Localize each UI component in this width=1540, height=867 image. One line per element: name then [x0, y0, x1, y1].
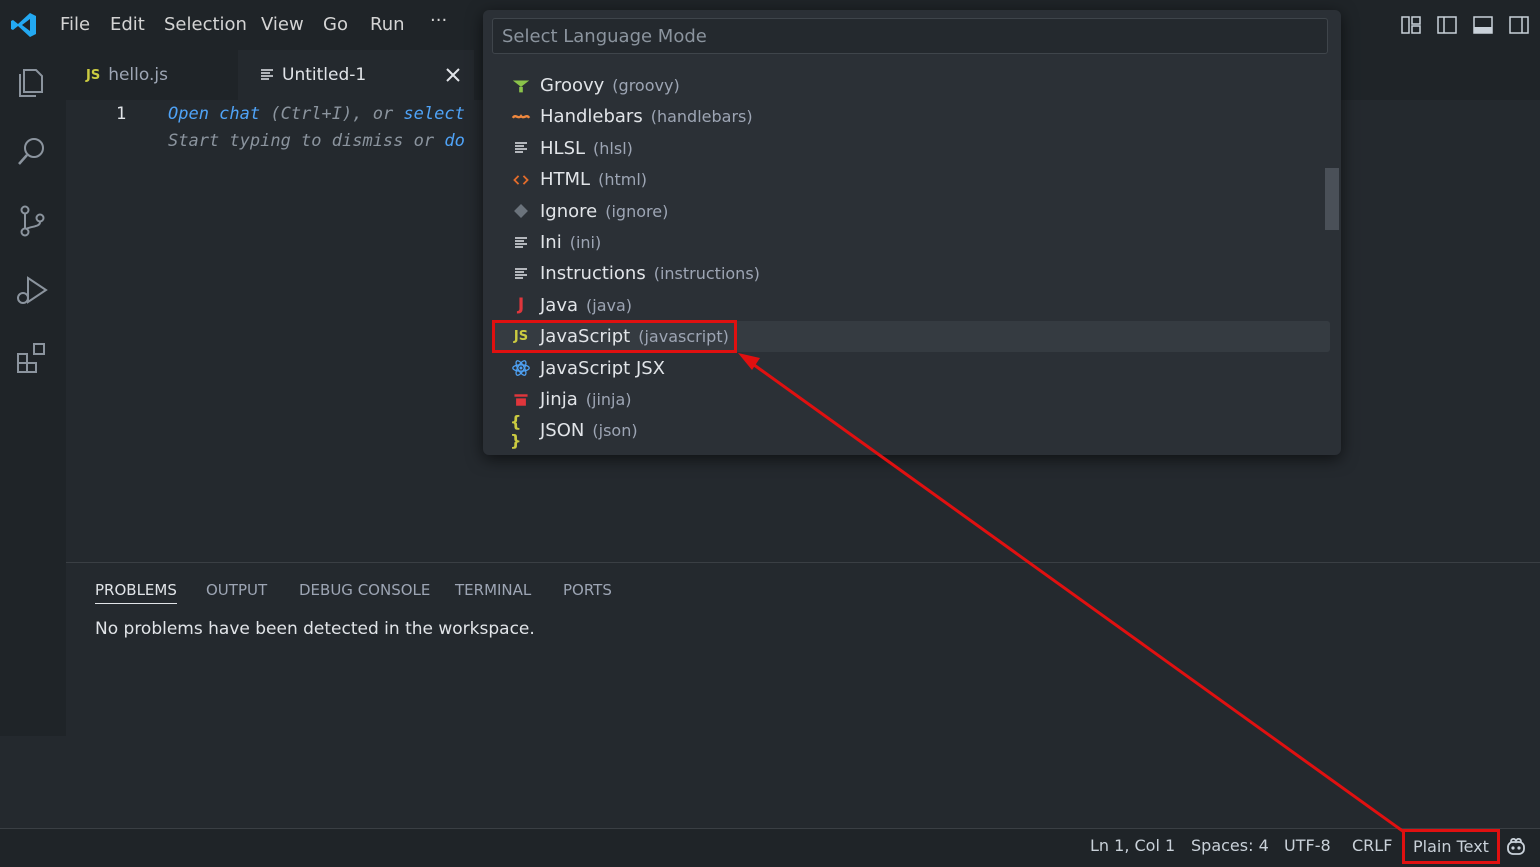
tab-hello-js[interactable]: JS hello.js — [66, 50, 238, 100]
hint-text: (Ctrl+I), or — [260, 104, 404, 124]
status-encoding[interactable]: UTF-8 — [1284, 836, 1331, 855]
plain-text-file-icon — [261, 69, 273, 80]
language-id: (ini) — [569, 233, 602, 252]
customize-layout-icon[interactable] — [1400, 14, 1422, 36]
language-label: Ini — [540, 232, 562, 253]
tab-ports[interactable]: PORTS — [563, 581, 612, 599]
language-item-instructions[interactable]: Instructions (instructions) — [492, 258, 1330, 289]
status-language-mode[interactable]: Plain Text — [1402, 829, 1500, 864]
language-label: Groovy — [540, 75, 605, 96]
language-item-handlebars[interactable]: Handlebars (handlebars) — [492, 101, 1330, 132]
language-item-java[interactable]: J Java (java) — [492, 290, 1330, 321]
menu-view[interactable]: View — [261, 14, 304, 35]
html-icon — [510, 169, 532, 191]
tab-problems[interactable]: PROBLEMS — [95, 581, 177, 604]
language-label: JSON — [540, 420, 585, 442]
editor-hint-line-1: Open chat (Ctrl+I), or select — [168, 104, 465, 124]
jinja-icon — [510, 389, 532, 411]
lines-icon — [510, 137, 532, 159]
toggle-secondary-sidebar-icon[interactable] — [1508, 14, 1530, 36]
language-label: Instructions — [540, 263, 646, 285]
language-label: HTML — [540, 169, 591, 191]
language-item-ini[interactable]: Ini (ini) — [492, 227, 1330, 258]
lines-icon — [510, 263, 532, 285]
status-cursor-position[interactable]: Ln 1, Col 1 — [1090, 836, 1175, 855]
menu-selection[interactable]: Selection — [164, 14, 247, 35]
tab-terminal[interactable]: TERMINAL — [455, 581, 531, 599]
scrollbar-thumb[interactable] — [1325, 168, 1339, 230]
language-id: (html) — [598, 170, 648, 190]
language-mode-picker: Groovy (groovy) Handlebars (handlebars) HLSL… — [483, 10, 1341, 455]
js-file-icon: JS — [86, 67, 101, 83]
language-search-input[interactable] — [492, 18, 1328, 54]
language-item-groovy[interactable]: Groovy (groovy) — [492, 70, 1330, 101]
menu-more[interactable]: ··· — [430, 10, 447, 31]
tab-label: hello.js — [108, 65, 168, 85]
run-debug-icon[interactable] — [14, 272, 50, 308]
menu-run[interactable]: Run — [370, 14, 405, 35]
language-id: (hlsl) — [593, 138, 633, 158]
extensions-icon[interactable] — [14, 340, 50, 376]
tab-output[interactable]: OUTPUT — [206, 581, 267, 599]
language-id: (handlebars) — [650, 107, 753, 127]
highlight-box-javascript — [492, 320, 737, 353]
handlebars-icon — [510, 106, 532, 128]
tab-debug-console[interactable]: DEBUG CONSOLE — [299, 581, 430, 599]
language-id: (json) — [592, 421, 638, 441]
toggle-primary-sidebar-icon[interactable] — [1436, 14, 1458, 36]
lines-icon — [510, 232, 532, 254]
activity-bar — [0, 50, 66, 736]
language-id: (groovy) — [612, 76, 680, 95]
language-item-html[interactable]: HTML (html) — [492, 164, 1330, 195]
explorer-icon[interactable] — [14, 64, 50, 100]
line-number: 1 — [116, 104, 127, 124]
close-icon[interactable] — [444, 66, 462, 84]
language-label: Java — [540, 294, 579, 316]
language-item-ignore[interactable]: Ignore (ignore) — [492, 196, 1330, 227]
problems-message: No problems have been detected in the wo… — [95, 619, 535, 639]
language-item-json[interactable]: { } JSON (json) — [492, 411, 1330, 450]
git-icon — [510, 200, 532, 222]
layout-controls — [1400, 14, 1530, 36]
tab-label: Untitled-1 — [282, 65, 367, 85]
select-language-link[interactable]: select — [403, 104, 464, 124]
dont-show-link[interactable]: do — [444, 131, 464, 151]
language-id: (jinja) — [585, 390, 632, 409]
status-indentation[interactable]: Spaces: 4 — [1191, 836, 1269, 855]
copilot-icon[interactable] — [1505, 836, 1527, 858]
language-item-jinja[interactable]: Jinja (jinja) — [492, 384, 1330, 415]
menu-edit[interactable]: Edit — [110, 14, 145, 35]
language-id: (java) — [586, 295, 633, 315]
language-id: (ignore) — [605, 201, 669, 221]
hint-text: Start typing to dismiss or — [168, 131, 445, 151]
language-label: Ignore — [540, 200, 598, 222]
language-item-javascript-jsx[interactable]: JavaScript JSX — [492, 353, 1330, 384]
react-icon — [510, 357, 532, 379]
language-id: (instructions) — [653, 264, 760, 284]
tab-untitled-1[interactable]: Untitled-1 — [238, 50, 474, 100]
search-icon[interactable] — [14, 134, 50, 170]
language-item-hlsl[interactable]: HLSL (hlsl) — [492, 133, 1330, 164]
open-chat-link[interactable]: Open chat — [168, 104, 260, 124]
editor-hint-line-2: Start typing to dismiss or do — [168, 131, 465, 151]
language-label: JavaScript JSX — [540, 357, 666, 379]
workbench-background — [0, 736, 1540, 828]
status-eol[interactable]: CRLF — [1352, 836, 1392, 855]
toggle-panel-icon[interactable] — [1472, 14, 1494, 36]
language-label: Jinja — [540, 389, 578, 410]
source-control-icon[interactable] — [14, 202, 50, 238]
json-icon: { } — [510, 411, 522, 450]
language-label: Handlebars — [540, 106, 643, 128]
bottom-panel: PROBLEMS OUTPUT DEBUG CONSOLE TERMINAL P… — [66, 562, 1540, 737]
status-bar: Ln 1, Col 1 Spaces: 4 UTF-8 CRLF Plain T… — [0, 828, 1540, 867]
menu-file[interactable]: File — [60, 14, 90, 35]
language-label: HLSL — [540, 137, 586, 159]
java-icon: J — [517, 295, 525, 316]
groovy-icon — [510, 75, 532, 97]
menu-go[interactable]: Go — [323, 14, 348, 35]
vscode-logo-icon — [11, 13, 36, 37]
